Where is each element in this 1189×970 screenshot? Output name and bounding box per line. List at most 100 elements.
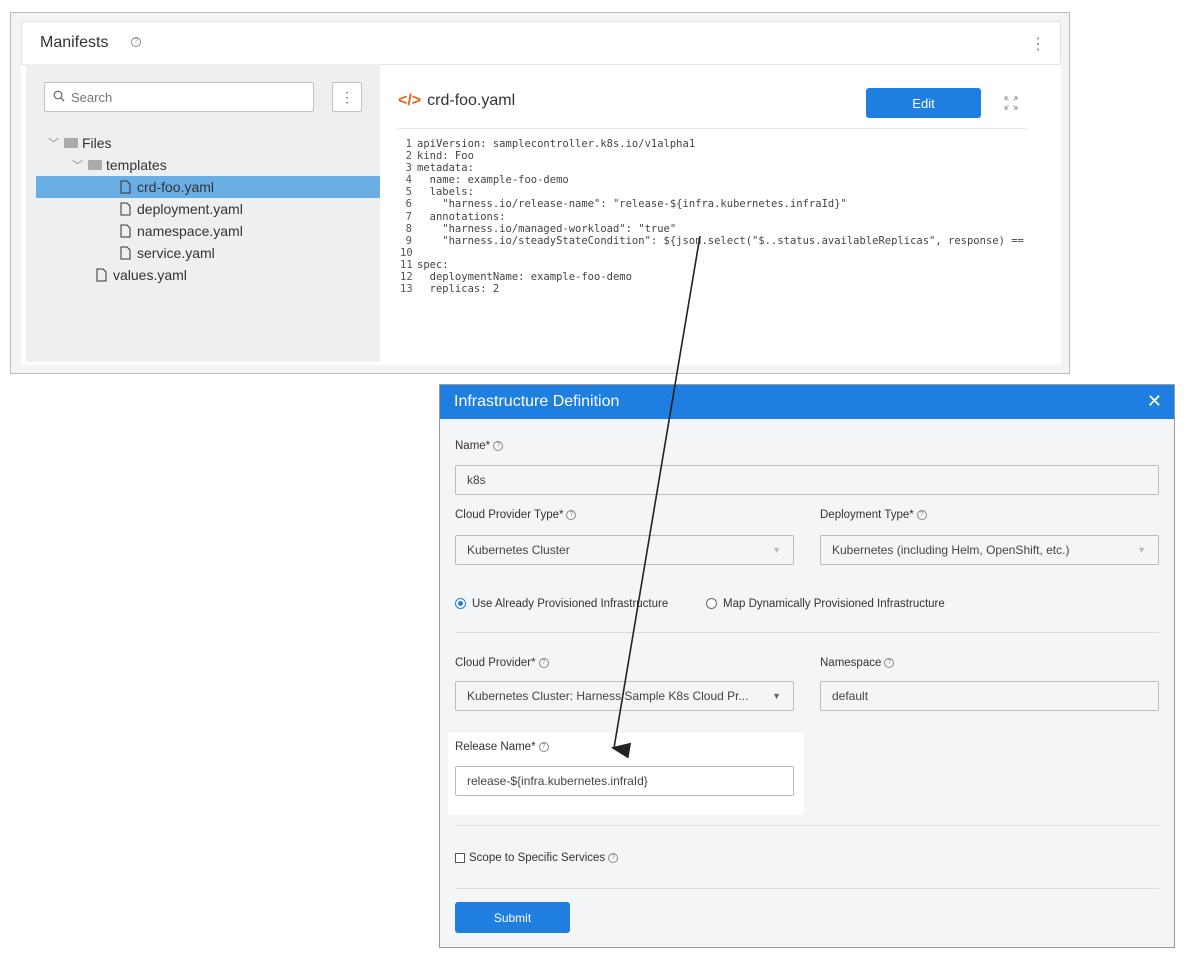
help-icon[interactable]: ?	[916, 509, 927, 520]
help-icon[interactable]: ?	[131, 37, 141, 47]
help-icon[interactable]: ?	[566, 509, 577, 520]
release-name-field[interactable]: release-${infra.kubernetes.infraId}	[455, 766, 794, 796]
cloud-provider-select[interactable]: Kubernetes Cluster: Harness Sample K8s C…	[455, 681, 794, 711]
tree-item-label: templates	[106, 157, 167, 173]
checkbox[interactable]	[455, 852, 465, 863]
code-line: 10	[400, 247, 1024, 259]
chevron-down-icon[interactable]: ﹀	[72, 155, 84, 177]
code-text: "harness.io/release-name": "release-${in…	[417, 198, 847, 211]
search-icon	[53, 90, 65, 102]
radio-selected-icon[interactable]	[455, 598, 466, 610]
screenshot-stage: Manifests ? ⋮ ⋮ ﹀ Files ﹀ templates crd-fo…	[0, 0, 1189, 970]
code-line: 2 kind: Foo	[400, 150, 1024, 162]
edit-button[interactable]: Edit	[866, 88, 981, 118]
folder-icon	[64, 138, 78, 149]
help-icon[interactable]: ?	[884, 657, 895, 668]
tree-item-label: service.yaml	[137, 245, 215, 261]
divider	[455, 632, 1159, 633]
expand-icon[interactable]	[1004, 96, 1018, 110]
field-value: k8s	[467, 473, 486, 487]
scope-checkbox-row[interactable]: Scope to Specific Services?	[455, 852, 619, 864]
code-text: spec:	[417, 258, 449, 271]
caret-down-icon: ▼	[772, 691, 781, 701]
search-box[interactable]	[44, 82, 314, 112]
tree-options-button[interactable]: ⋮	[332, 82, 362, 112]
tree-item-namespace[interactable]: namespace.yaml	[120, 220, 243, 242]
label-text: Cloud Provider Type*	[455, 509, 564, 521]
namespace-label: Namespace?	[820, 657, 895, 669]
submit-button[interactable]: Submit	[455, 902, 570, 933]
file-icon	[120, 202, 131, 216]
file-icon	[96, 268, 107, 282]
release-name-label: Release Name*?	[455, 741, 549, 753]
help-icon[interactable]: ?	[538, 741, 549, 752]
code-line: 9 "harness.io/steadyStateCondition": ${j…	[400, 235, 1024, 247]
radio-map-dynamic[interactable]: Map Dynamically Provisioned Infrastructu…	[706, 598, 945, 610]
radio-label: Use Already Provisioned Infrastructure	[472, 598, 669, 610]
radio-label: Map Dynamically Provisioned Infrastructu…	[723, 598, 945, 610]
tab-underline	[398, 128, 1026, 129]
line-number: 8	[405, 222, 412, 235]
deployment-type-select[interactable]: Kubernetes (including Helm, OpenShift, e…	[820, 535, 1159, 565]
line-number: 2	[405, 150, 412, 163]
folder-icon	[88, 160, 102, 171]
deployment-type-label: Deployment Type*?	[820, 509, 927, 521]
tree-item-service[interactable]: service.yaml	[120, 242, 215, 264]
search-input[interactable]	[71, 87, 307, 107]
radio-use-provisioned[interactable]: Use Already Provisioned Infrastructure	[455, 598, 668, 610]
code-text: metadata:	[417, 162, 474, 175]
line-number: 1	[405, 138, 412, 150]
label-text: Release Name*	[455, 741, 536, 753]
cloud-provider-type-label: Cloud Provider Type*?	[455, 509, 577, 521]
code-text: "harness.io/managed-workload": "true"	[417, 222, 677, 235]
tree-item-templates[interactable]: ﹀ templates	[72, 154, 167, 176]
help-icon[interactable]: ?	[538, 657, 549, 668]
file-icon	[120, 180, 131, 194]
code-editor[interactable]: 1 apiVersion: samplecontroller.k8s.io/v1a…	[400, 138, 1024, 295]
code-text: labels:	[417, 186, 474, 199]
dialog-header: Infrastructure Definition ✕	[440, 385, 1174, 419]
release-name-section: Release Name*? release-${infra.kubernete…	[448, 733, 804, 815]
code-line: 4 name: example-foo-demo	[400, 174, 1024, 186]
tree-item-deployment[interactable]: deployment.yaml	[120, 198, 243, 220]
code-text: kind: Foo	[417, 150, 474, 163]
tree-item-label: namespace.yaml	[137, 223, 243, 239]
tree-item-label: crd-foo.yaml	[137, 179, 215, 195]
chevron-down-icon[interactable]: ﹀	[48, 133, 60, 155]
line-number: 5	[405, 186, 412, 199]
name-field[interactable]: k8s	[455, 465, 1159, 495]
cloud-provider-label: Cloud Provider*?	[455, 657, 549, 669]
code-line: 3 metadata:	[400, 162, 1024, 174]
kebab-menu-icon[interactable]: ⋮	[1030, 34, 1046, 54]
close-icon[interactable]: ✕	[1147, 391, 1162, 412]
tree-item-values[interactable]: values.yaml	[96, 264, 187, 286]
code-text: "harness.io/steadyStateCondition": ${jso…	[417, 234, 1024, 247]
namespace-field[interactable]: default	[820, 681, 1159, 711]
tree-item-label: deployment.yaml	[137, 201, 243, 217]
code-text: deploymentName: example-foo-demo	[417, 271, 632, 284]
label-text: Deployment Type*	[820, 509, 914, 521]
manifests-header: Manifests ? ⋮	[21, 21, 1061, 65]
file-icon	[120, 246, 131, 260]
caret-down-icon: ▼	[1137, 545, 1146, 555]
select-value: Kubernetes Cluster: Harness Sample K8s C…	[467, 689, 749, 703]
code-text: annotations:	[417, 210, 506, 223]
tree-item-label: Files	[82, 135, 112, 151]
tree-item-crd-foo[interactable]: crd-foo.yaml	[120, 176, 214, 198]
line-number: 7	[405, 210, 412, 223]
field-value: release-${infra.kubernetes.infraId}	[467, 774, 648, 788]
tree-item-files[interactable]: ﹀ Files	[48, 132, 112, 154]
infrastructure-definition-dialog: Infrastructure Definition ✕ Name*? k8s C…	[439, 384, 1175, 948]
cloud-provider-type-select[interactable]: Kubernetes Cluster ▼	[455, 535, 794, 565]
radio-unselected-icon[interactable]	[706, 598, 717, 610]
line-number: 6	[405, 198, 412, 211]
line-number: 11	[400, 258, 413, 271]
editor-file-tab[interactable]: </> crd-foo.yaml	[398, 92, 515, 110]
code-line: 8 "harness.io/managed-workload": "true"	[400, 223, 1024, 235]
code-line: 6 "harness.io/release-name": "release-${…	[400, 198, 1024, 210]
code-line: 7 annotations:	[400, 211, 1024, 223]
help-icon[interactable]: ?	[608, 852, 619, 863]
label-text: Cloud Provider*	[455, 657, 536, 669]
code-text: name: example-foo-demo	[417, 174, 569, 187]
help-icon[interactable]: ?	[493, 440, 504, 451]
